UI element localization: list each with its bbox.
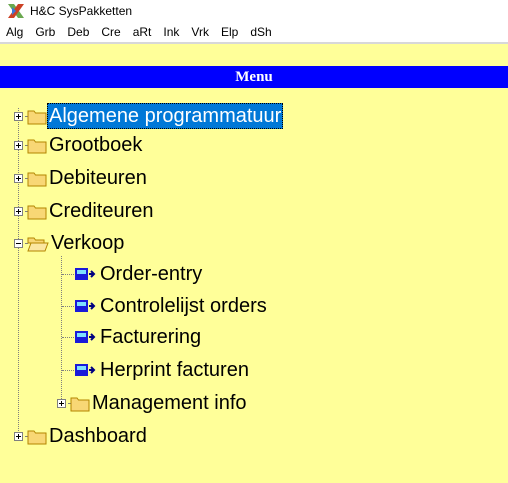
menu-separator bbox=[0, 42, 508, 44]
tree-label: Management info bbox=[92, 392, 247, 414]
program-icon bbox=[75, 300, 96, 312]
title-bar: H&C SysPakketten bbox=[0, 0, 508, 22]
app-logo-icon bbox=[8, 4, 24, 18]
tree-connector bbox=[62, 369, 74, 371]
tree-label: Verkoop bbox=[51, 232, 125, 254]
menu-item-alg[interactable]: Alg bbox=[6, 25, 23, 39]
menu-item-elp[interactable]: Elp bbox=[221, 25, 238, 39]
tree-item-controlelijst[interactable]: Controlelijst orders bbox=[62, 292, 269, 320]
folder-icon bbox=[27, 110, 47, 124]
tree-item-facturering[interactable]: Facturering bbox=[62, 323, 203, 351]
expand-icon[interactable] bbox=[14, 206, 23, 216]
expand-icon[interactable] bbox=[14, 111, 23, 121]
tree-label: Grootboek bbox=[49, 134, 143, 156]
tree-item-verkoop[interactable]: Verkoop bbox=[14, 229, 126, 257]
tree-connector bbox=[62, 273, 74, 275]
tree-connector bbox=[62, 336, 74, 338]
window-title: H&C SysPakketten bbox=[30, 4, 133, 18]
folder-icon bbox=[27, 205, 47, 219]
tree-label: Order-entry bbox=[100, 263, 203, 285]
tree-item-grootboek[interactable]: Grootboek bbox=[14, 131, 144, 159]
tree-item-debiteuren[interactable]: Debiteuren bbox=[14, 164, 149, 192]
tree-label: Dashboard bbox=[49, 425, 147, 447]
menu-item-art[interactable]: aRt bbox=[133, 25, 152, 39]
tree-label: Debiteuren bbox=[49, 167, 147, 189]
menu-item-cre[interactable]: Cre bbox=[101, 25, 120, 39]
menu-header: Menu bbox=[0, 66, 508, 88]
tree-item-order-entry[interactable]: Order-entry bbox=[62, 260, 204, 288]
tree-item-crediteuren[interactable]: Crediteuren bbox=[14, 197, 156, 225]
expand-icon[interactable] bbox=[57, 398, 66, 408]
menu-item-dsh[interactable]: dSh bbox=[250, 25, 271, 39]
folder-icon bbox=[70, 397, 90, 411]
tree-label: Herprint facturen bbox=[100, 359, 249, 381]
menu-item-vrk[interactable]: Vrk bbox=[191, 25, 209, 39]
tree-item-management[interactable]: Management info bbox=[57, 389, 249, 417]
collapse-icon[interactable] bbox=[14, 238, 23, 248]
tree-item-dashboard[interactable]: Dashboard bbox=[14, 422, 149, 450]
menu-item-deb[interactable]: Deb bbox=[67, 25, 89, 39]
tree-label: Controlelijst orders bbox=[100, 295, 267, 317]
menu-tree: Algemene programmatuur Grootboek Debiteu… bbox=[0, 88, 508, 483]
tree-label: Facturering bbox=[100, 326, 202, 348]
menu-item-ink[interactable]: Ink bbox=[163, 25, 179, 39]
program-icon bbox=[75, 364, 96, 376]
menu-bar: Alg Grb Deb Cre aRt Ink Vrk Elp dSh bbox=[0, 22, 508, 42]
tree-label: Algemene programmatuur bbox=[47, 103, 284, 129]
expand-icon[interactable] bbox=[14, 173, 23, 183]
open-folder-icon bbox=[27, 237, 49, 251]
program-icon bbox=[75, 331, 96, 343]
tree-connector bbox=[62, 305, 74, 307]
expand-icon[interactable] bbox=[14, 431, 23, 441]
menu-item-grb[interactable]: Grb bbox=[35, 25, 55, 39]
tree-item-herprint[interactable]: Herprint facturen bbox=[62, 356, 251, 384]
tree-item-algemene[interactable]: Algemene programmatuur bbox=[14, 102, 284, 130]
folder-icon bbox=[27, 139, 47, 153]
tree-label: Crediteuren bbox=[49, 200, 154, 222]
folder-icon bbox=[27, 430, 47, 444]
folder-icon bbox=[27, 172, 47, 186]
expand-icon[interactable] bbox=[14, 140, 23, 150]
program-icon bbox=[75, 268, 96, 280]
